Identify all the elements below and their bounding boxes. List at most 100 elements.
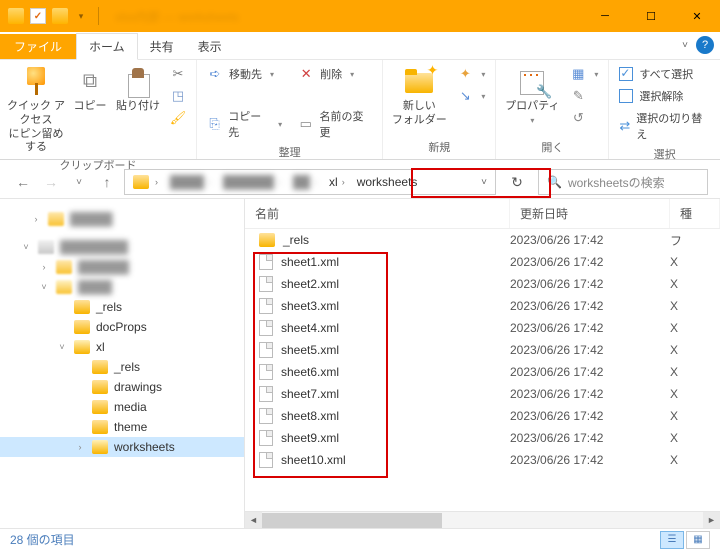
select-none-button[interactable]: 選択解除 [615, 86, 714, 106]
tree-item-drawings[interactable]: drawings [0, 377, 244, 397]
group-clipboard: クイック アクセスにピン留めする ⧉ コピー 貼り付け ✂ ◳ 🖌 クリップボー… [0, 60, 197, 159]
recent-locations-button[interactable]: ˅ [68, 171, 90, 193]
tab-home[interactable]: ホーム [76, 33, 138, 60]
group-organize: ➪移動先▾ ⎘コピー先▾ ✕削除▾ ▭名前の変更 整理 [197, 60, 383, 159]
icons-view-button[interactable]: ▦ [686, 531, 710, 549]
tree-item-docprops[interactable]: docProps [0, 317, 244, 337]
new-folder-button[interactable]: ✦ 新しいフォルダー [389, 64, 449, 128]
breadcrumb-item[interactable]: ██████› [217, 170, 287, 194]
group-label: 新規 [389, 137, 489, 157]
file-type: X [670, 343, 720, 357]
tree-item-media[interactable]: media [0, 397, 244, 417]
column-name[interactable]: 名前 [245, 199, 510, 228]
folder-icon [133, 175, 149, 189]
tab-file[interactable]: ファイル [0, 34, 76, 59]
clipboard-icon [124, 66, 152, 96]
properties-button[interactable]: 🔧 プロパティ ▾ [502, 64, 562, 128]
ribbon: クイック アクセスにピン留めする ⧉ コピー 貼り付け ✂ ◳ 🖌 クリップボー… [0, 60, 720, 160]
invert-selection-button[interactable]: ⇄選択の切り替え [615, 108, 714, 144]
horizontal-scrollbar[interactable]: ◄ ► [245, 511, 720, 528]
ribbon-tabs: ファイル ホーム 共有 表示 ˅ ? [0, 32, 720, 60]
group-label: 整理 [203, 142, 376, 162]
app-icon [8, 8, 24, 24]
copy-to-button[interactable]: ⎘コピー先▾ [203, 106, 286, 142]
scroll-right-button[interactable]: ► [703, 512, 720, 529]
address-bar[interactable]: › ████› ██████› ██› xl› worksheets ˅ [124, 169, 496, 195]
search-box[interactable]: 🔍 worksheetsの検索 [538, 169, 708, 195]
move-to-icon: ➪ [207, 66, 223, 82]
file-date: 2023/06/26 17:42 [510, 299, 670, 313]
breadcrumb-item[interactable]: ██› [287, 170, 323, 194]
maximize-button[interactable]: ☐ [628, 0, 674, 32]
minimize-button[interactable]: ─ [582, 0, 628, 32]
history-button[interactable]: ↺ [566, 108, 602, 128]
cut-button[interactable]: ✂ [166, 64, 190, 84]
easy-access-button[interactable]: ↘▾ [453, 86, 489, 106]
details-view-button[interactable]: ☰ [660, 531, 684, 549]
qat-properties-icon[interactable]: ✓ [30, 8, 46, 24]
breadcrumb-root[interactable]: › [125, 170, 164, 194]
close-button[interactable]: ✕ [674, 0, 720, 32]
select-none-icon [619, 89, 633, 103]
tree-item-worksheets[interactable]: ›worksheets [0, 437, 244, 457]
tree-item[interactable]: ›██████ [0, 257, 244, 277]
file-icon [259, 276, 273, 292]
file-date: 2023/06/26 17:42 [510, 431, 670, 445]
move-to-button[interactable]: ➪移動先▾ [203, 64, 286, 84]
paste-shortcut-button[interactable]: 🖌 [166, 108, 190, 128]
navigation-bar: ← → ˅ ↑ › ████› ██████› ██› xl› workshee… [0, 166, 720, 198]
edit-button[interactable]: ✎ [566, 86, 602, 106]
tree-item[interactable]: ˅████ [0, 277, 244, 297]
breadcrumb-item[interactable]: ████› [164, 170, 217, 194]
delete-button[interactable]: ✕削除▾ [294, 64, 376, 84]
file-date: 2023/06/26 17:42 [510, 409, 670, 423]
tree-item-rels[interactable]: _rels [0, 297, 244, 317]
file-type: X [670, 431, 720, 445]
delete-icon: ✕ [298, 66, 314, 82]
new-item-button[interactable]: ✦▾ [453, 64, 489, 84]
help-button[interactable]: ? [696, 36, 714, 54]
file-icon [259, 452, 273, 468]
copy-button[interactable]: ⧉ コピー [70, 64, 110, 114]
back-button[interactable]: ← [12, 171, 34, 193]
ribbon-collapse-icon[interactable]: ˅ [682, 40, 688, 51]
file-type: X [670, 387, 720, 401]
brush-icon: 🖌 [170, 110, 186, 126]
file-type: フ [670, 232, 720, 249]
pin-to-quick-access-button[interactable]: クイック アクセスにピン留めする [6, 64, 66, 155]
tab-view[interactable]: 表示 [186, 34, 234, 59]
breadcrumb-item-xl[interactable]: xl› [323, 170, 351, 194]
tree-item[interactable]: ˅████████ [0, 237, 244, 257]
status-bar: 28 個の項目 ☰ ▦ [0, 528, 720, 550]
tree-item-xl-rels[interactable]: _rels [0, 357, 244, 377]
file-icon [259, 298, 273, 314]
paste-button[interactable]: 貼り付け [114, 64, 162, 114]
qat-dropdown-icon[interactable]: ▾ [74, 11, 88, 22]
up-button[interactable]: ↑ [96, 171, 118, 193]
file-date: 2023/06/26 17:42 [510, 277, 670, 291]
tree-item-xl[interactable]: ˅xl [0, 337, 244, 357]
rename-button[interactable]: ▭名前の変更 [294, 106, 376, 142]
qat-folder-icon[interactable] [52, 8, 68, 24]
file-icon [259, 342, 273, 358]
history-icon: ↺ [570, 110, 586, 126]
tree-item-theme[interactable]: theme [0, 417, 244, 437]
separator [98, 7, 99, 25]
tree-item[interactable]: ›█████ [0, 209, 244, 229]
folder-row[interactable]: _rels2023/06/26 17:42フ [245, 229, 720, 251]
column-date[interactable]: 更新日時 [510, 199, 670, 228]
file-type: X [670, 365, 720, 379]
forward-button[interactable]: → [40, 171, 62, 193]
scroll-left-button[interactable]: ◄ [245, 512, 262, 529]
file-icon [259, 320, 273, 336]
tab-share[interactable]: 共有 [138, 34, 186, 59]
file-name: _rels [283, 233, 309, 247]
navigation-tree[interactable]: ›█████ ˅████████ ›██████ ˅████ _rels doc… [0, 199, 245, 528]
open-button[interactable]: ▦▾ [566, 64, 602, 84]
invert-selection-icon: ⇄ [619, 118, 630, 134]
scroll-thumb[interactable] [262, 513, 442, 528]
column-type[interactable]: 種 [670, 199, 720, 228]
file-rows: _rels2023/06/26 17:42フsheet1.xml2023/06/… [245, 229, 720, 511]
copy-path-button[interactable]: ◳ [166, 86, 190, 106]
select-all-button[interactable]: すべて選択 [615, 64, 714, 84]
